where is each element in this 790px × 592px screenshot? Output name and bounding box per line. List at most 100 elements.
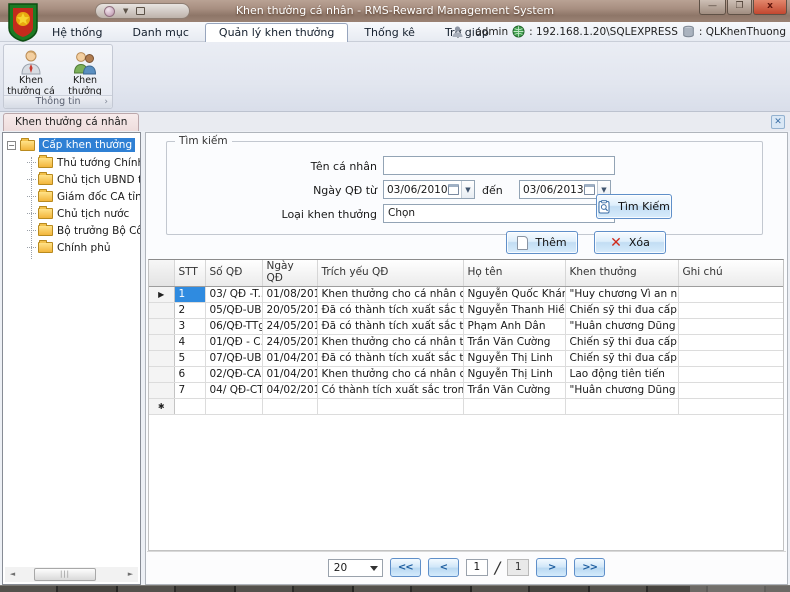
grid-cell[interactable]: "Huân chương Dũng cảm" <box>565 382 678 398</box>
grid-cell[interactable]: Lao động tiên tiến <box>565 366 678 382</box>
row-selector[interactable] <box>149 366 174 382</box>
prev-page-button[interactable]: < <box>428 558 459 577</box>
grid-cell[interactable]: 06/QĐ-TTg <box>205 318 262 334</box>
grid-cell[interactable]: 3 <box>174 318 205 334</box>
scrollbar-thumb[interactable]: ||| <box>34 568 96 581</box>
grid-cell[interactable]: 05/QĐ-UB... <box>205 302 262 318</box>
grid-cell[interactable]: Đã có thành tích xuất sắc trong phon... <box>317 350 463 366</box>
grid-cell[interactable]: 7 <box>174 382 205 398</box>
grid-cell[interactable]: 03/ QĐ -T... <box>205 286 262 302</box>
col-ghi-chu[interactable]: Ghi chú <box>678 260 784 286</box>
grid-cell[interactable]: 01/08/2012 <box>262 286 317 302</box>
grid-cell[interactable] <box>678 334 784 350</box>
grid-cell[interactable]: Nguyễn Thị Linh <box>463 366 565 382</box>
delete-button[interactable]: ✕ Xóa <box>594 231 666 254</box>
grid-cell[interactable]: Phạm Anh Dân <box>463 318 565 334</box>
table-row[interactable]: 306/QĐ-TTg24/05/2011Đã có thành tích xuấ… <box>149 318 784 334</box>
row-selector[interactable] <box>149 318 174 334</box>
close-button[interactable]: x <box>753 0 787 15</box>
col-stt[interactable]: STT <box>174 260 205 286</box>
grid-cell[interactable]: 20/05/2012 <box>262 302 317 318</box>
new-row[interactable]: ✱ <box>149 398 784 414</box>
tree-item[interactable]: Giám đốc CA tỉnh Bình <box>3 188 140 205</box>
search-button[interactable]: Tìm Kiếm <box>596 194 672 219</box>
grid-cell[interactable] <box>205 398 262 414</box>
tab-quan-ly-khen-thuong[interactable]: Quản lý khen thưởng <box>205 23 348 42</box>
minimize-button[interactable]: — <box>699 0 726 15</box>
tree-item[interactable]: Thủ tướng Chính phủ <box>3 154 140 171</box>
grid-cell[interactable] <box>678 318 784 334</box>
grid-cell[interactable]: 04/ QĐ-CTN <box>205 382 262 398</box>
grid-cell[interactable]: 24/05/2011 <box>262 318 317 334</box>
chevron-down-icon[interactable]: ▼ <box>461 181 474 198</box>
grid-cell[interactable]: 07/QĐ-UB... <box>205 350 262 366</box>
grid-cell[interactable]: 6 <box>174 366 205 382</box>
grid-cell[interactable]: "Huân chương Dũng cảm" <box>565 318 678 334</box>
current-page-input[interactable]: 1 <box>466 559 488 576</box>
grid-cell[interactable]: 04/02/2011 <box>262 382 317 398</box>
grid-cell[interactable]: 01/04/2011 <box>262 366 317 382</box>
row-selector[interactable] <box>149 302 174 318</box>
grid-cell[interactable]: Đã có thành tích xuất sắc trong phon... <box>317 302 463 318</box>
table-row[interactable]: 401/QĐ - C...24/05/2011Khen thưởng cho c… <box>149 334 784 350</box>
tab-danh-muc[interactable]: Danh mục <box>119 23 203 42</box>
tab-thong-ke[interactable]: Thống kê <box>350 23 429 42</box>
col-so-qd[interactable]: Số QĐ <box>205 260 262 286</box>
row-selector[interactable] <box>149 382 174 398</box>
doc-tab-khen-thuong-ca-nhan[interactable]: Khen thưởng cá nhân <box>3 113 139 131</box>
scroll-right-icon[interactable]: ► <box>123 567 138 582</box>
grid-cell[interactable]: 24/05/2011 <box>262 334 317 350</box>
grid-cell[interactable]: Chiến sỹ thi đua cấp tỉnh <box>565 350 678 366</box>
grid-cell[interactable] <box>678 398 784 414</box>
calendar-icon[interactable] <box>448 184 459 195</box>
tree-item[interactable]: Chính phủ <box>3 239 140 256</box>
tree-root[interactable]: − Cấp khen thưởng <box>7 138 140 152</box>
scroll-left-icon[interactable]: ◄ <box>5 567 20 582</box>
tree-horizontal-scrollbar[interactable]: ◄ ||| ► <box>5 567 138 582</box>
row-selector[interactable] <box>149 350 174 366</box>
tab-he-thong[interactable]: Hệ thống <box>38 23 117 42</box>
grid-cell[interactable]: 2 <box>174 302 205 318</box>
table-row[interactable]: 507/QĐ-UB...01/04/2011Đã có thành tích x… <box>149 350 784 366</box>
grid-cell[interactable]: 1 <box>174 286 205 302</box>
grid-cell[interactable]: Khen thưởng cho cá nhân trong việc ... <box>317 334 463 350</box>
grid-cell[interactable]: Khen thưởng cho cá nhân có thành tí... <box>317 366 463 382</box>
col-ho-ten[interactable]: Họ tên <box>463 260 565 286</box>
grid-cell[interactable] <box>678 350 784 366</box>
grid-cell[interactable]: Đã có thành tích xuất sắc trong công... <box>317 318 463 334</box>
last-page-button[interactable]: >> <box>574 558 605 577</box>
grid-cell[interactable]: Có thành tích xuất sắc trong phòng c... <box>317 382 463 398</box>
add-button[interactable]: Thêm <box>506 231 578 254</box>
grid-cell[interactable] <box>463 398 565 414</box>
grid-cell[interactable]: Trần Văn Cường <box>463 382 565 398</box>
grid-cell[interactable]: 01/04/2011 <box>262 350 317 366</box>
row-selector[interactable] <box>149 334 174 350</box>
col-trich-yeu[interactable]: Trích yếu QĐ <box>317 260 463 286</box>
tree-item[interactable]: Bộ trưởng Bộ Công an <box>3 222 140 239</box>
table-row[interactable]: ▶103/ QĐ -T...01/08/2012Khen thưởng cho … <box>149 286 784 302</box>
calendar-icon[interactable] <box>584 184 595 195</box>
grid-cell[interactable] <box>174 398 205 414</box>
grid-cell[interactable]: 02/QĐ-CABT <box>205 366 262 382</box>
grid-cell[interactable]: 5 <box>174 350 205 366</box>
first-page-button[interactable]: << <box>390 558 421 577</box>
date-from-picker[interactable]: 03/06/2010 ▼ <box>383 180 475 199</box>
grid-cell[interactable]: Nguyễn Thị Linh <box>463 350 565 366</box>
grid-cell[interactable]: Chiến sỹ thi đua cấp tỉnh <box>565 302 678 318</box>
grid-cell[interactable] <box>317 398 463 414</box>
collapse-icon[interactable]: − <box>7 141 16 150</box>
next-page-button[interactable]: > <box>536 558 567 577</box>
table-row[interactable]: 205/QĐ-UB...20/05/2012Đã có thành tích x… <box>149 302 784 318</box>
grid-cell[interactable] <box>678 286 784 302</box>
tree-item[interactable]: Chủ tịch UBND tỉnh <box>3 171 140 188</box>
grid-cell[interactable]: 4 <box>174 334 205 350</box>
reward-type-select[interactable]: Chọn <box>383 204 615 223</box>
grid-cell[interactable]: Trần Văn Cường <box>463 334 565 350</box>
col-khen-thuong[interactable]: Khen thưởng <box>565 260 678 286</box>
grid-cell[interactable] <box>678 302 784 318</box>
table-row[interactable]: 704/ QĐ-CTN04/02/2011Có thành tích xuất … <box>149 382 784 398</box>
grid-cell[interactable]: Chiến sỹ thi đua cấp tỉnh <box>565 334 678 350</box>
grid-cell[interactable]: Khen thưởng cho cá nhân có thành tí... <box>317 286 463 302</box>
table-row[interactable]: 602/QĐ-CABT01/04/2011Khen thưởng cho cá … <box>149 366 784 382</box>
maximize-button[interactable]: ❐ <box>727 0 752 15</box>
